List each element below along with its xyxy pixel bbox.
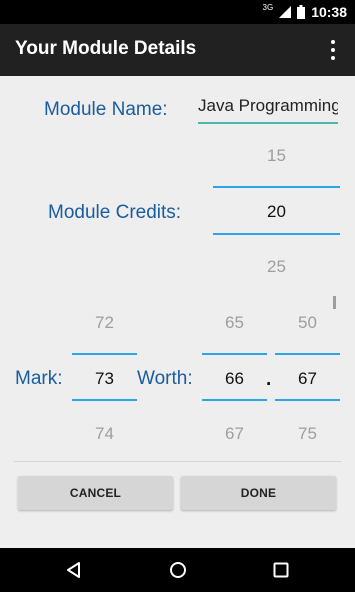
button-bar-divider: [14, 461, 341, 462]
worth-fraction-next-value[interactable]: 75: [275, 424, 340, 444]
navigation-bar: [0, 548, 355, 592]
screen-title: Your Module Details: [15, 38, 197, 59]
worth-whole-divider-bottom: [202, 399, 267, 401]
module-name-underline: [198, 122, 338, 124]
more-vert-icon[interactable]: [323, 38, 343, 62]
credits-current-value[interactable]: 20: [213, 202, 340, 222]
worth-whole-divider-top: [202, 353, 267, 355]
battery-icon: [297, 5, 306, 19]
worth-whole-prev-value[interactable]: 65: [202, 313, 267, 333]
worth-whole-next-value[interactable]: 67: [202, 424, 267, 444]
worth-fraction-current-value[interactable]: 67: [275, 369, 340, 389]
recents-icon[interactable]: [271, 560, 291, 580]
decimal-separator: .: [266, 369, 272, 390]
module-name-input[interactable]: Java Programming: [198, 96, 338, 116]
cancel-button[interactable]: CANCEL: [18, 476, 173, 510]
signal-icon: [279, 6, 292, 18]
mark-next-value[interactable]: 74: [72, 424, 137, 444]
mark-current-value[interactable]: 73: [72, 369, 137, 389]
module-credits-label: Module Credits:: [48, 202, 182, 223]
mark-divider-bottom: [72, 399, 137, 401]
credits-prev-value[interactable]: 15: [213, 146, 340, 166]
back-icon[interactable]: [64, 560, 84, 580]
home-icon[interactable]: [168, 560, 188, 580]
done-button[interactable]: DONE: [181, 476, 336, 510]
mark-prev-value[interactable]: 72: [72, 313, 137, 333]
mark-label: Mark:: [15, 368, 63, 389]
status-bar: 3G 10:38: [0, 0, 355, 24]
action-bar: Your Module Details: [0, 24, 355, 76]
credits-next-value[interactable]: 25: [213, 257, 340, 277]
clock: 10:38: [311, 4, 347, 20]
scrollbar[interactable]: [333, 296, 336, 309]
worth-whole-current-value[interactable]: 66: [202, 369, 267, 389]
worth-fraction-divider-bottom: [275, 399, 340, 401]
credits-divider-bottom: [213, 233, 340, 235]
network-type: 3G: [262, 3, 274, 12]
worth-fraction-prev-value[interactable]: 50: [275, 313, 340, 333]
credits-divider-top: [213, 186, 340, 188]
module-details-form: Module Name: Java Programming Module Cre…: [0, 76, 355, 548]
mark-divider-top: [72, 353, 137, 355]
module-name-label: Module Name:: [44, 99, 168, 120]
worth-label: Worth:: [137, 368, 193, 389]
worth-fraction-divider-top: [275, 353, 340, 355]
